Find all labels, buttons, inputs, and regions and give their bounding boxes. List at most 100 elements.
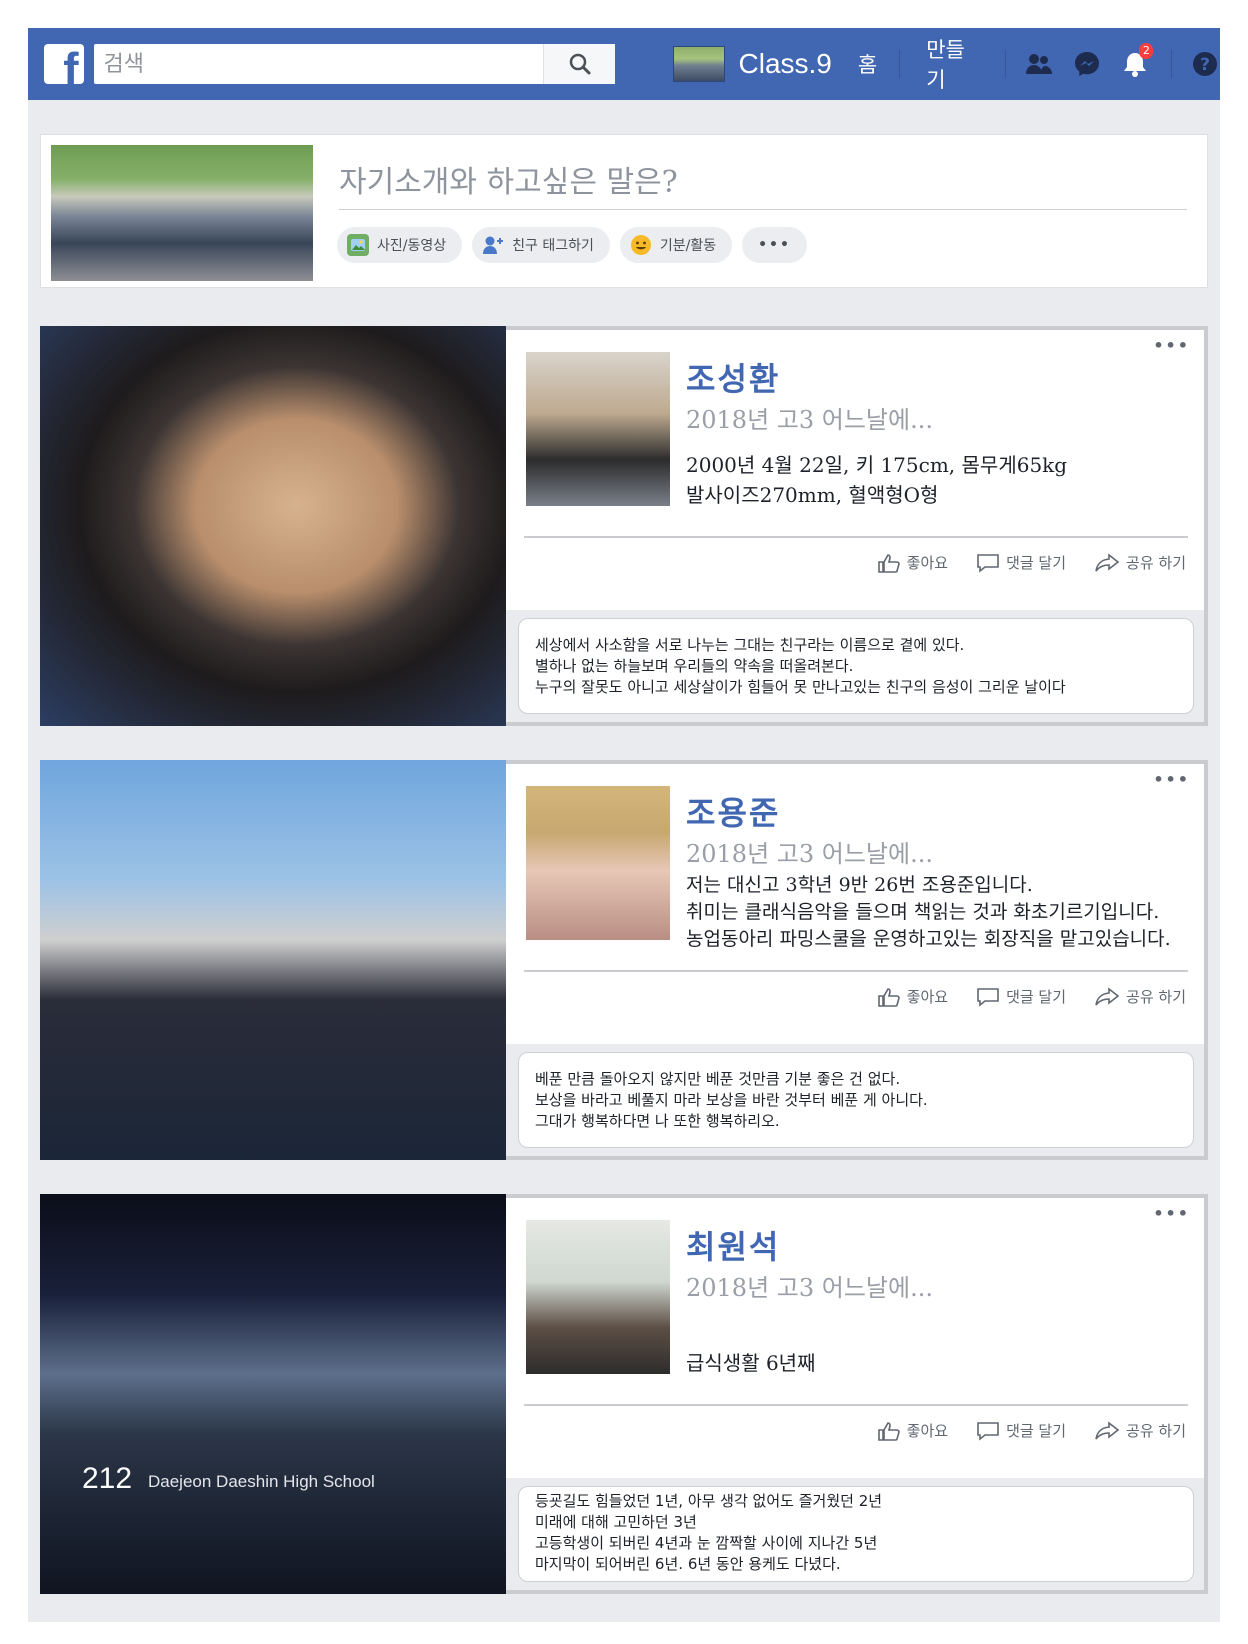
comment-line: 베푼 만큼 돌아오지 않지만 베푼 것만큼 기분 좋은 건 없다. <box>535 1070 901 1088</box>
like-button[interactable]: 좋아요 <box>877 552 948 573</box>
post-body-line: 취미는 클래식음악을 들으며 책읽는 것과 화초기르기입니다. <box>686 901 1160 923</box>
comment-line: 미래에 대해 고민하던 3년 <box>535 1513 697 1531</box>
comment-label: 댓글 달기 <box>1006 1422 1067 1440</box>
search-input[interactable] <box>93 44 549 84</box>
share-icon <box>1095 986 1120 1006</box>
page-number: 212 <box>82 1462 133 1495</box>
nav-create-link[interactable]: 만들기 <box>926 34 983 94</box>
facebook-logo-icon[interactable]: f <box>44 44 84 84</box>
tag-friends-label: 친구 태그하기 <box>512 238 594 254</box>
nav-home-link[interactable]: 홈 <box>858 49 877 79</box>
post-action-bar: 좋아요 댓글 달기 공유 하기 <box>877 986 1186 1007</box>
search-bar <box>93 44 616 84</box>
photo-icon <box>347 234 369 256</box>
comment-area: 세상에서 사소함을 서로 나누는 그대는 친구라는 이름으로 곁에 있다. 별하… <box>506 610 1204 722</box>
post-subtitle: 2018년 고3 어느날에... <box>686 1274 933 1302</box>
more-options-button[interactable]: ••• <box>742 227 807 263</box>
comment-label: 댓글 달기 <box>1006 988 1067 1006</box>
top-navigation-bar: f Class.9 홈 만들기 2 <box>28 28 1220 100</box>
post-options-button[interactable]: ••• <box>1153 336 1190 355</box>
tag-friends-icon <box>482 234 504 256</box>
comment-line: 세상에서 사소함을 서로 나누는 그대는 친구라는 이름으로 곁에 있다. <box>535 636 965 654</box>
share-button[interactable]: 공유 하기 <box>1094 1420 1186 1441</box>
comment-icon <box>977 1421 999 1441</box>
comment-line: 별하나 없는 하늘보며 우리들의 약속을 떠올려본다. <box>535 657 854 675</box>
post-action-bar: 좋아요 댓글 달기 공유 하기 <box>877 552 1186 573</box>
avatar[interactable] <box>526 1220 670 1374</box>
like-button[interactable]: 좋아요 <box>877 1420 948 1441</box>
share-label: 공유 하기 <box>1126 988 1186 1006</box>
comment-button[interactable]: 댓글 달기 <box>976 1420 1066 1441</box>
comment-line: 등굣길도 힘들었던 1년, 아무 생각 없어도 즐거웠던 2년 <box>535 1492 883 1510</box>
search-button[interactable] <box>543 44 616 84</box>
avatar[interactable] <box>526 786 670 940</box>
messenger-icon[interactable] <box>1072 49 1102 79</box>
post-card: ••• 조성환 2018년 고3 어느날에... 2000년 4월 22일, 키… <box>40 326 1208 726</box>
post-body-line: 2000년 4월 22일, 키 175cm, 몸무게65kg <box>686 453 1068 477</box>
post-divider <box>524 970 1188 972</box>
post-body-line <box>686 1318 1186 1348</box>
post-card: ••• 조용준 2018년 고3 어느날에... 저는 대신고 3학년 9반 2… <box>40 760 1208 1160</box>
share-label: 공유 하기 <box>1126 1422 1186 1440</box>
comment-line: 누구의 잘못도 아니고 세상살이가 힘들어 못 만나고있는 친구의 음성이 그리… <box>535 678 1066 696</box>
comment-line: 마지막이 되어버린 6년. 6년 동안 용케도 다녔다. <box>535 1555 841 1573</box>
comment-line: 고등학생이 되버린 4년과 눈 깜짝할 사이에 지나간 5년 <box>535 1534 878 1552</box>
post-main-photo[interactable] <box>40 1194 506 1594</box>
post-options-button[interactable]: ••• <box>1153 770 1190 789</box>
post-author-name[interactable]: 최원석 <box>686 1222 780 1268</box>
comment-area: 베푼 만큼 돌아오지 않지만 베푼 것만큼 기분 좋은 건 없다. 보상을 바라… <box>506 1044 1204 1156</box>
comment-box[interactable]: 등굣길도 힘들었던 1년, 아무 생각 없어도 즐거웠던 2년 미래에 대해 고… <box>518 1486 1194 1582</box>
share-icon <box>1095 552 1120 572</box>
comment-icon <box>977 987 999 1007</box>
post-body-line: 농업동아리 파밍스쿨을 운영하고있는 회장직을 맡고있습니다. <box>686 928 1171 950</box>
post-composer: 자기소개와 하고싶은 말은? 사진/동영상 친구 태그하기 기분/활동 ••• <box>40 134 1208 288</box>
post-body-text: 급식생활 6년째 <box>686 1318 1186 1378</box>
comment-icon <box>977 553 999 573</box>
profile-avatar[interactable] <box>673 46 725 82</box>
thumbs-up-icon <box>877 1421 900 1441</box>
thumbs-up-icon <box>877 553 900 573</box>
avatar[interactable] <box>526 352 670 506</box>
post-body-text: 2000년 4월 22일, 키 175cm, 몸무게65kg 발사이즈270mm… <box>686 450 1186 510</box>
photo-video-label: 사진/동영상 <box>377 238 447 254</box>
profile-name-link[interactable]: Class.9 <box>739 48 832 80</box>
comment-label: 댓글 달기 <box>1006 554 1067 572</box>
notifications-bell-icon[interactable]: 2 <box>1120 43 1154 79</box>
friends-icon[interactable] <box>1024 49 1054 79</box>
post-options-button[interactable]: ••• <box>1153 1204 1190 1223</box>
share-button[interactable]: 공유 하기 <box>1094 986 1186 1007</box>
school-name: Daejeon Daeshin High School <box>148 1472 375 1491</box>
composer-prompt-input[interactable]: 자기소개와 하고싶은 말은? <box>339 157 678 201</box>
like-button[interactable]: 좋아요 <box>877 986 948 1007</box>
nav-divider <box>1171 50 1173 78</box>
post-author-name[interactable]: 조성환 <box>686 354 780 400</box>
help-icon[interactable]: ? <box>1190 49 1220 79</box>
like-label: 좋아요 <box>906 988 949 1006</box>
feeling-activity-button[interactable]: 기분/활동 <box>619 227 733 263</box>
thumbs-up-icon <box>877 987 900 1007</box>
comment-button[interactable]: 댓글 달기 <box>976 552 1066 573</box>
notification-badge: 2 <box>1139 43 1154 59</box>
post-main-photo[interactable] <box>40 760 506 1160</box>
comment-line: 그대가 행복하다면 나 또한 행복하리오. <box>535 1112 780 1130</box>
comment-box[interactable]: 베푼 만큼 돌아오지 않지만 베푼 것만큼 기분 좋은 건 없다. 보상을 바라… <box>518 1052 1194 1148</box>
post-body-line: 저는 대신고 3학년 9반 26번 조용준입니다. <box>686 874 1033 896</box>
comment-box[interactable]: 세상에서 사소함을 서로 나누는 그대는 친구라는 이름으로 곁에 있다. 별하… <box>518 618 1194 714</box>
share-label: 공유 하기 <box>1126 554 1186 572</box>
nav-divider <box>899 50 901 78</box>
like-label: 좋아요 <box>906 1422 949 1440</box>
share-button[interactable]: 공유 하기 <box>1094 552 1186 573</box>
nav-divider <box>1005 50 1007 78</box>
post-content: ••• 최원석 2018년 고3 어느날에... 급식생활 6년째 좋아요 댓글… <box>506 1198 1204 1478</box>
composer-actions: 사진/동영상 친구 태그하기 기분/활동 ••• <box>337 227 807 263</box>
comment-button[interactable]: 댓글 달기 <box>976 986 1066 1007</box>
composer-divider <box>339 209 1187 210</box>
post-main-photo[interactable] <box>40 326 506 726</box>
share-icon <box>1095 1420 1120 1440</box>
search-icon <box>569 53 591 75</box>
photo-video-button[interactable]: 사진/동영상 <box>337 227 463 263</box>
post-body-line: 발사이즈270mm, 혈액형O형 <box>686 483 939 507</box>
tag-friends-button[interactable]: 친구 태그하기 <box>472 227 610 263</box>
post-divider <box>524 1404 1188 1406</box>
post-author-name[interactable]: 조용준 <box>686 788 780 834</box>
